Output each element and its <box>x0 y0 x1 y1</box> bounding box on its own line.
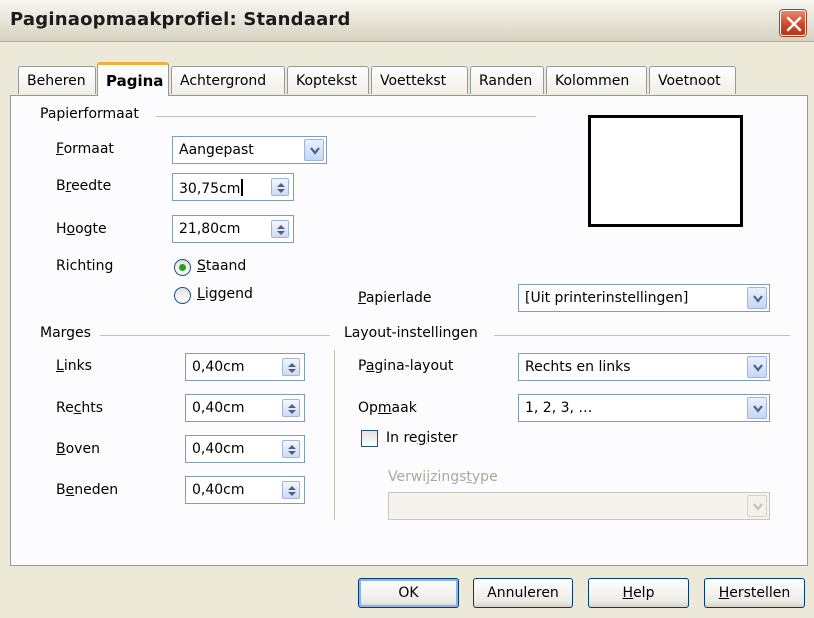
margin-top-label: Boven <box>56 441 100 457</box>
orientation-label: Richting <box>56 258 114 274</box>
page-layout-value: Rechts en links <box>525 359 631 375</box>
margin-right-spinner-icon[interactable] <box>282 399 300 417</box>
height-spinner-icon[interactable] <box>271 220 289 238</box>
paper-tray-dropdown[interactable]: [Uit printerinstellingen] <box>518 284 770 312</box>
paper-tray-label: Papierlade <box>358 290 432 306</box>
width-input[interactable]: 30,75cm <box>172 173 294 201</box>
chevron-down-icon <box>747 495 767 517</box>
margin-bottom-input[interactable]: 0,40cm <box>185 476 305 504</box>
format-value: Aangepast <box>179 142 254 158</box>
height-value: 21,80cm <box>179 221 241 237</box>
margin-right-value: 0,40cm <box>192 400 245 416</box>
chevron-down-icon[interactable] <box>304 139 324 161</box>
tab-randen[interactable]: Randen <box>470 66 544 94</box>
numbering-format-label: Opmaak <box>358 400 417 416</box>
register-checkbox[interactable] <box>361 430 378 447</box>
text-cursor <box>241 179 244 196</box>
cancel-button[interactable]: Annuleren <box>473 578 573 608</box>
close-icon <box>786 16 802 32</box>
height-label: Hoogte <box>56 221 107 237</box>
tab-voettekst[interactable]: Voettekst <box>371 66 468 94</box>
landscape-label[interactable]: Liggend <box>197 286 253 302</box>
width-label: Breedte <box>56 178 112 194</box>
width-value: 30,75cm <box>179 181 241 197</box>
reference-style-label: Verwijzingstype <box>388 469 498 485</box>
layout-separator <box>494 335 790 336</box>
paper-tray-value: [Uit printerinstellingen] <box>525 290 689 306</box>
margin-bottom-spinner-icon[interactable] <box>282 481 300 499</box>
page-preview <box>588 115 743 227</box>
chevron-down-icon[interactable] <box>747 397 767 419</box>
margin-left-label: Links <box>56 358 92 374</box>
chevron-down-icon[interactable] <box>747 356 767 378</box>
margin-bottom-value: 0,40cm <box>192 482 245 498</box>
numbering-format-value: 1, 2, 3, … <box>525 400 593 416</box>
landscape-radio[interactable] <box>174 287 191 304</box>
dialog-title: Paginaopmaakprofiel: Standaard <box>10 9 351 30</box>
page-layout-label: Pagina-layout <box>358 358 454 374</box>
close-button[interactable] <box>780 10 806 36</box>
tab-achtergrond[interactable]: Achtergrond <box>171 66 285 94</box>
margin-left-spinner-icon[interactable] <box>282 358 300 376</box>
register-label[interactable]: In register <box>386 430 457 446</box>
format-label: Formaat <box>56 141 114 157</box>
ok-button[interactable]: OK <box>358 578 459 608</box>
margins-separator <box>100 335 330 336</box>
layout-group-label: Layout-instellingen <box>344 325 478 341</box>
help-button[interactable]: Help <box>588 578 689 608</box>
width-spinner-icon[interactable] <box>271 178 289 196</box>
height-input[interactable]: 21,80cm <box>172 215 294 243</box>
tab-beheren[interactable]: Beheren <box>18 66 96 94</box>
portrait-label[interactable]: Staand <box>197 258 246 274</box>
tab-pagina[interactable]: Pagina <box>97 62 169 96</box>
margin-bottom-label: Beneden <box>56 482 119 498</box>
margin-left-value: 0,40cm <box>192 359 245 375</box>
margin-left-input[interactable]: 0,40cm <box>185 353 305 381</box>
tab-koptekst[interactable]: Koptekst <box>287 66 369 94</box>
paper-format-separator <box>156 116 536 117</box>
numbering-format-dropdown[interactable]: 1, 2, 3, … <box>518 394 770 422</box>
margin-right-input[interactable]: 0,40cm <box>185 394 305 422</box>
margin-right-label: Rechts <box>56 400 104 416</box>
margins-group-label: Marges <box>40 325 91 341</box>
margin-top-value: 0,40cm <box>192 441 245 457</box>
group-vertical-separator <box>334 350 335 520</box>
reset-button[interactable]: Herstellen <box>704 578 805 608</box>
portrait-radio[interactable] <box>174 259 191 276</box>
reference-style-dropdown[interactable] <box>388 492 770 520</box>
tab-voetnoot[interactable]: Voetnoot <box>649 66 736 94</box>
margin-top-input[interactable]: 0,40cm <box>185 435 305 463</box>
chevron-down-icon[interactable] <box>747 287 767 309</box>
paper-format-group-label: Papierformaat <box>40 106 139 122</box>
tab-kolommen[interactable]: Kolommen <box>546 66 647 94</box>
page-layout-dropdown[interactable]: Rechts en links <box>518 353 770 381</box>
margin-top-spinner-icon[interactable] <box>282 440 300 458</box>
format-dropdown[interactable]: Aangepast <box>172 136 327 164</box>
